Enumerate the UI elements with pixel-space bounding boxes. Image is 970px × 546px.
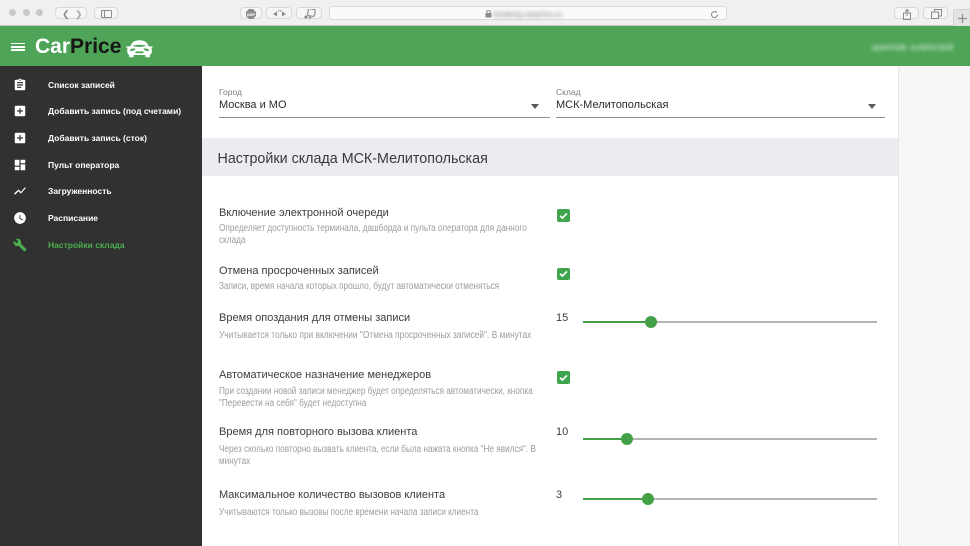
svg-text:ABP: ABP — [247, 12, 256, 17]
